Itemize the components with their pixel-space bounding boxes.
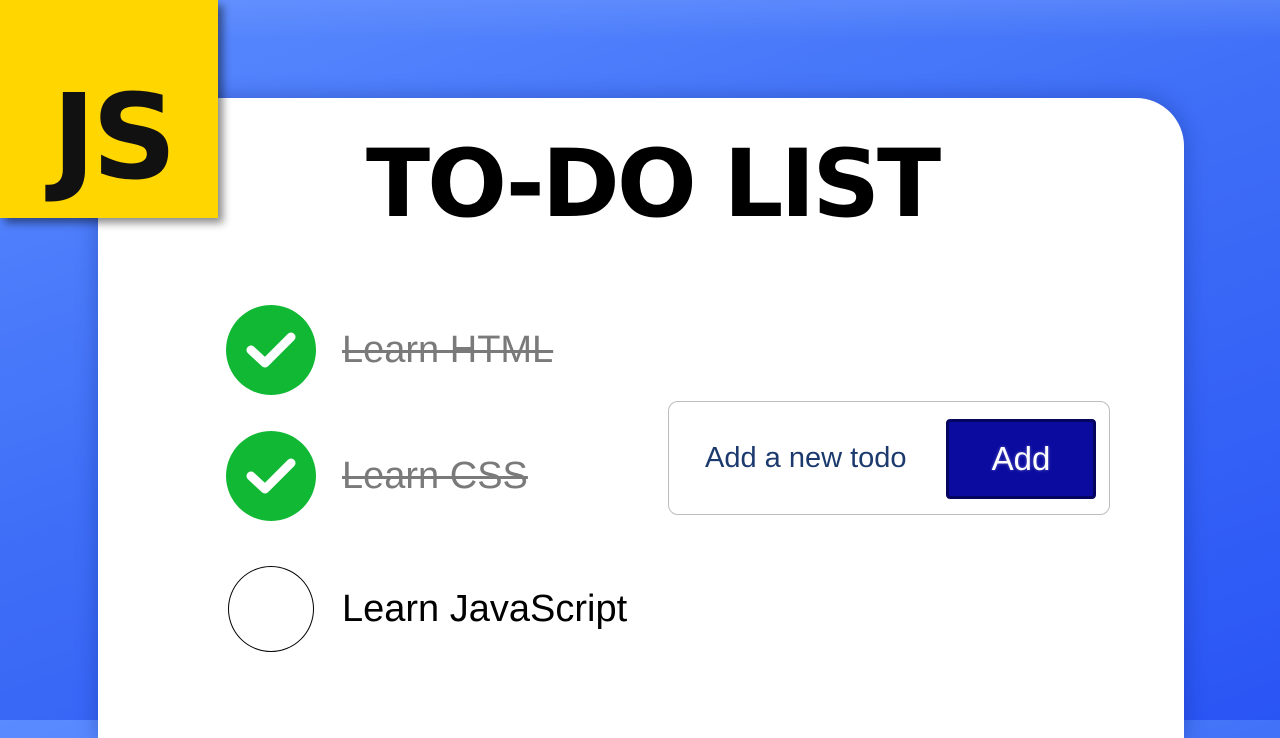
new-todo-input[interactable] — [693, 428, 923, 488]
js-logo-text: JS — [52, 68, 177, 206]
js-logo: JS — [0, 0, 218, 218]
todo-label: Learn JavaScript — [342, 587, 628, 630]
todo-label: Learn CSS — [342, 454, 528, 497]
todo-item-javascript[interactable]: Learn JavaScript — [226, 564, 706, 654]
add-todo-form: Add — [668, 401, 1110, 515]
todo-card: TO-DO LIST Learn HTML Learn CSS Learn Ja… — [98, 98, 1184, 738]
todo-item-css[interactable]: Learn CSS — [226, 431, 706, 521]
todo-item-html[interactable]: Learn HTML — [226, 305, 706, 395]
add-button[interactable]: Add — [946, 419, 1096, 499]
checkmark-icon[interactable] — [226, 305, 316, 395]
page-title: TO-DO LIST — [366, 130, 941, 239]
empty-circle-icon[interactable] — [228, 566, 314, 652]
checkmark-icon[interactable] — [226, 431, 316, 521]
todo-label: Learn HTML — [342, 328, 554, 371]
